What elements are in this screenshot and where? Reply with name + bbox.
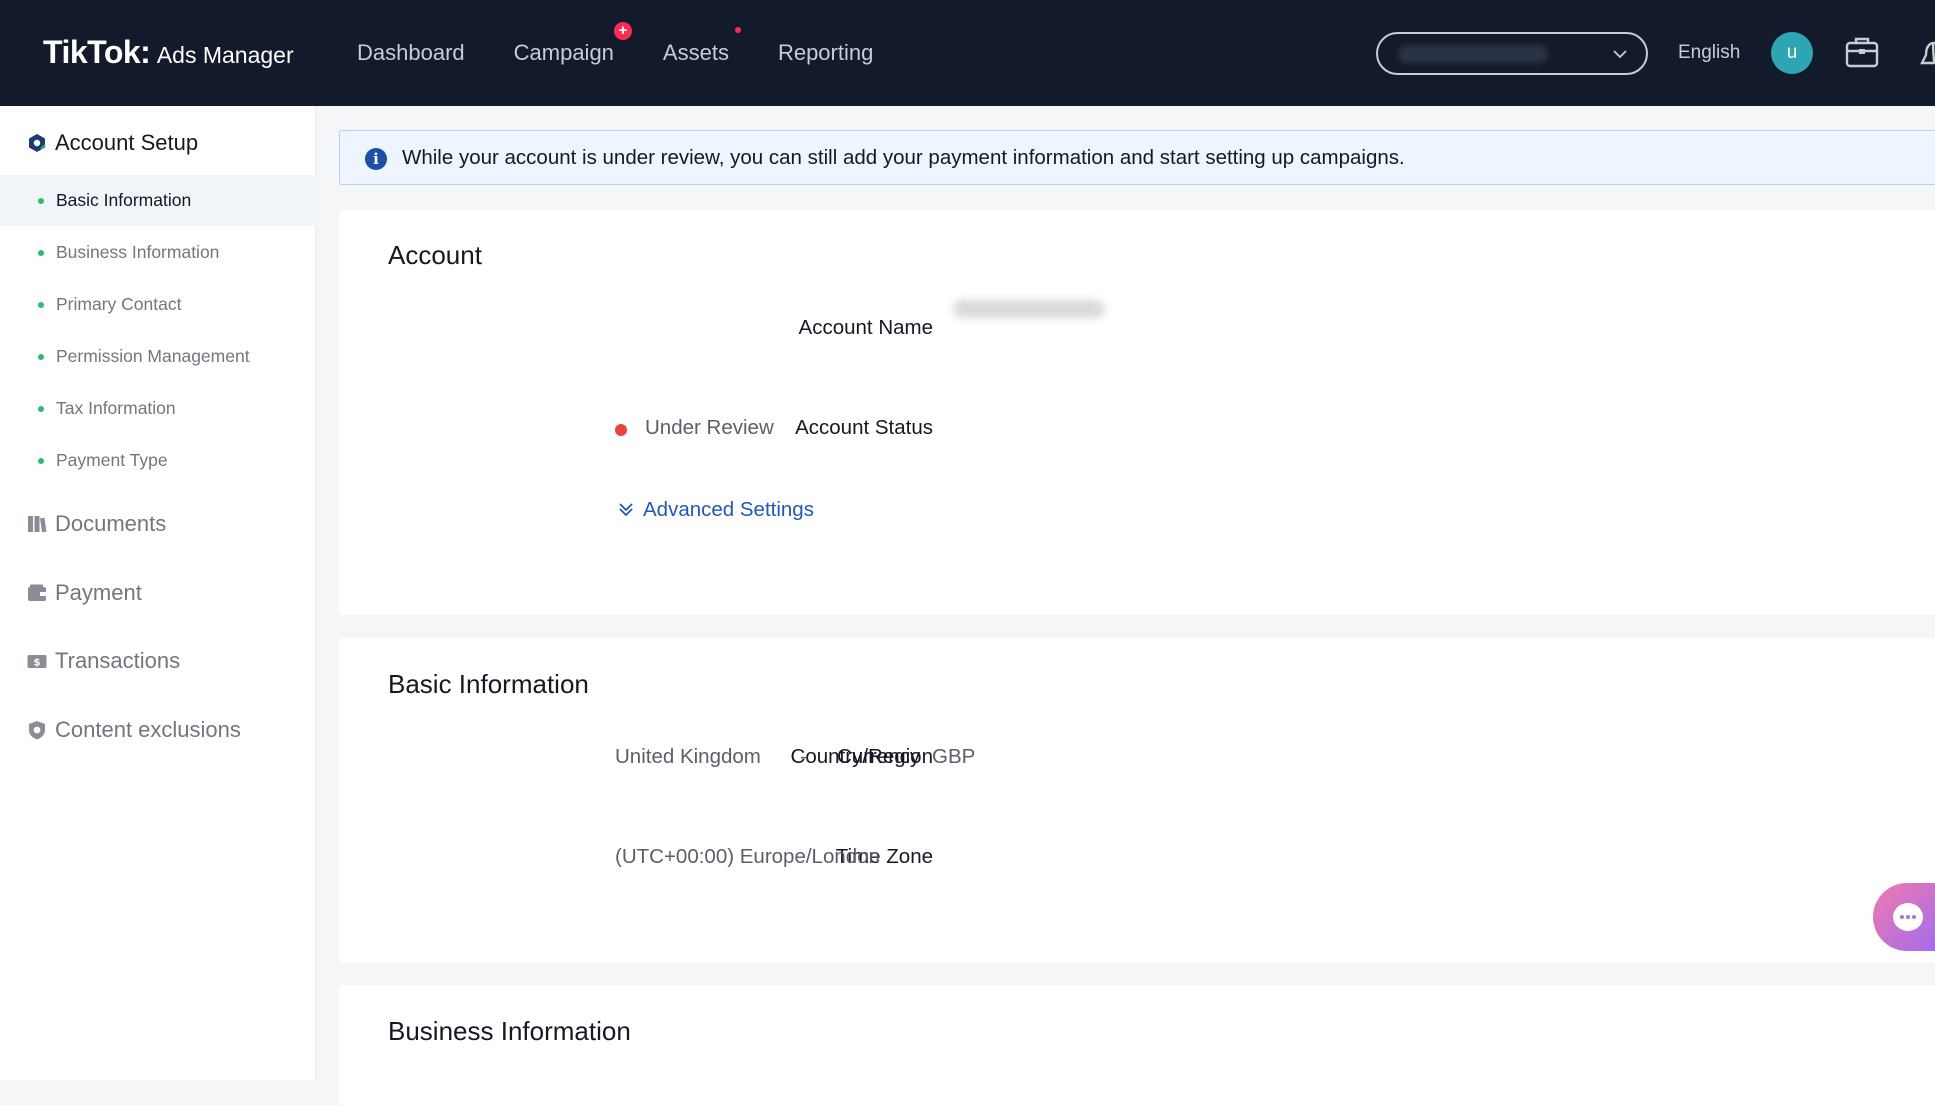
shield-icon [27, 720, 47, 740]
basic-information-card: Basic Information Country/Region United … [339, 638, 1935, 963]
chat-icon [1893, 903, 1923, 931]
sidebar-item-label: Primary Contact [56, 294, 182, 314]
user-avatar[interactable]: u [1771, 32, 1813, 74]
business-information-card: Business Information [339, 985, 1935, 1105]
sidebar-item-label: Business Information [56, 242, 220, 262]
assets-notification-dot-icon [734, 27, 741, 33]
sidebar: Account Setup Basic Information Business… [0, 106, 316, 1080]
logo-product: Ads Manager [156, 42, 294, 68]
sidebar-section-payment[interactable]: Payment [27, 580, 142, 606]
info-icon: i [365, 148, 387, 170]
payment-label: Payment [55, 580, 142, 605]
sidebar-item-label: Basic Information [56, 190, 192, 210]
main-nav: Dashboard Campaign + Assets Reporting [357, 0, 922, 106]
wallet-icon [27, 583, 47, 603]
transactions-icon: $ [27, 651, 47, 671]
top-navigation-bar: TikTok : Ads Manager Dashboard Campaign … [0, 0, 1935, 106]
toolbox-icon[interactable] [1844, 34, 1880, 75]
business-information-title: Business Information [388, 1016, 631, 1046]
sidebar-section-account-setup[interactable]: Account Setup [27, 130, 198, 156]
campaign-plus-badge-icon: + [613, 22, 632, 40]
advanced-settings-label: Advanced Settings [643, 498, 814, 521]
nav-reporting-label: Reporting [777, 40, 874, 65]
sidebar-item-tax-information[interactable]: Tax Information [0, 383, 316, 434]
basic-information-title: Basic Information [388, 669, 589, 699]
nav-campaign[interactable]: Campaign + [513, 22, 632, 66]
svg-text:$: $ [34, 658, 41, 669]
country-region-value: United Kingdom [615, 745, 761, 768]
sidebar-section-transactions[interactable]: $ Transactions [27, 648, 180, 674]
advanced-settings-toggle[interactable]: Advanced Settings [617, 498, 814, 522]
chevron-down-icon [1612, 44, 1628, 69]
transactions-label: Transactions [55, 648, 181, 673]
account-name-value-blurred [953, 300, 1105, 318]
sidebar-item-business-information[interactable]: Business Information [0, 227, 316, 278]
account-setup-icon [27, 133, 47, 153]
sidebar-section-documents[interactable]: Documents [27, 511, 166, 537]
sidebar-item-label: Tax Information [56, 398, 176, 418]
sidebar-item-permission-management[interactable]: Permission Management [0, 331, 316, 382]
account-card: Account Account Name Account Status Unde… [339, 210, 1935, 615]
bell-icon[interactable] [1918, 35, 1935, 76]
nav-dashboard[interactable]: Dashboard [357, 40, 465, 66]
sidebar-item-payment-type[interactable]: Payment Type [0, 435, 316, 486]
account-setup-label: Account Setup [55, 130, 199, 155]
language-switcher[interactable]: English [1678, 42, 1740, 64]
documents-label: Documents [55, 511, 167, 536]
review-notice-text: While your account is under review, you … [402, 146, 1405, 169]
review-notice-banner: i While your account is under review, yo… [339, 130, 1935, 185]
country-currency-separator: - [800, 745, 807, 768]
sidebar-item-label: Payment Type [56, 450, 168, 470]
sidebar-item-primary-contact[interactable]: Primary Contact [0, 279, 316, 330]
status-dot-icon [615, 424, 627, 436]
time-zone-value: (UTC+00:00) Europe/London [615, 845, 880, 868]
chat-support-button[interactable] [1873, 883, 1935, 951]
account-card-title: Account [388, 240, 482, 270]
logo-brand: TikTok [43, 34, 141, 70]
nav-dashboard-label: Dashboard [357, 40, 465, 65]
account-selector-value-blurred [1398, 45, 1548, 63]
nav-assets-label: Assets [662, 40, 729, 65]
nav-reporting[interactable]: Reporting [778, 40, 873, 66]
content-exclusions-label: Content exclusions [55, 717, 241, 742]
documents-icon [27, 514, 47, 534]
tiktok-ads-manager-logo[interactable]: TikTok : Ads Manager [43, 34, 294, 71]
currency-label: Currency [837, 745, 921, 768]
nav-assets[interactable]: Assets [662, 27, 741, 66]
sidebar-section-content-exclusions[interactable]: Content exclusions [27, 717, 241, 743]
account-status-value: Under Review [645, 416, 774, 439]
logo-colon: : [140, 34, 151, 70]
sidebar-item-label: Permission Management [56, 346, 250, 366]
currency-value: GBP [932, 745, 976, 768]
double-chevron-down-icon [619, 503, 633, 517]
account-selector-dropdown[interactable] [1376, 32, 1648, 75]
account-name-label: Account Name [798, 316, 933, 339]
nav-campaign-label: Campaign [513, 40, 614, 65]
sidebar-item-basic-information[interactable]: Basic Information [0, 175, 316, 226]
